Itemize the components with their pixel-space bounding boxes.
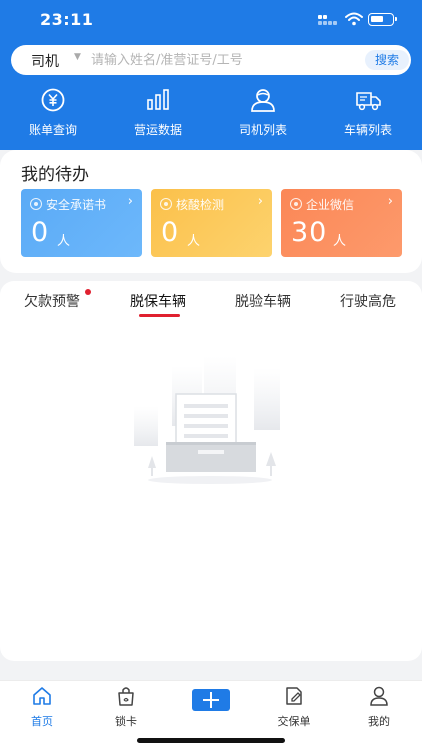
tabbar-home[interactable]: 首页 <box>12 685 72 729</box>
tab-uninspected-vehicles[interactable]: 脱验车辆 <box>235 291 291 311</box>
eye-icon <box>290 198 302 210</box>
driver-icon <box>251 89 275 112</box>
todo-item-count: 0 <box>31 217 50 248</box>
tabbar-label: 首页 <box>31 715 53 728</box>
quicknav-label: 司机列表 <box>238 123 287 137</box>
quicknav-bill-query[interactable]: 账单查询 <box>3 88 103 138</box>
empty-state-illustration <box>134 356 280 484</box>
notification-dot <box>85 289 91 295</box>
bar-chart-icon <box>147 89 169 110</box>
quicknav-label: 账单查询 <box>28 123 77 137</box>
chevron-right-icon: › <box>387 194 393 209</box>
battery-icon <box>368 13 397 26</box>
tabbar-mine[interactable]: 我的 <box>349 685 409 729</box>
quick-nav: 账单查询 营运数据 司机列表 车辆列表 <box>0 88 422 138</box>
todo-card: 我的待办 安全承诺书 › 0 人 核酸检测 › 0 人 企业微信 › 30 人 <box>0 150 422 273</box>
status-bar: 23:11 <box>0 0 422 38</box>
add-button[interactable] <box>192 689 230 711</box>
todo-item-label: 核酸检测 <box>176 198 225 212</box>
app-header: 23:11 司机 ▼ 搜索 账单查询 <box>0 0 422 150</box>
tabbar-submit-policy[interactable]: 交保单 <box>264 685 324 729</box>
status-time: 23:11 <box>40 10 94 29</box>
bottom-tab-bar: 首页 锁卡 交保单 我的 <box>0 680 422 750</box>
wifi-icon <box>345 12 363 26</box>
yen-circle-icon <box>41 88 65 112</box>
home-indicator <box>137 738 285 743</box>
todo-item-label: 企业微信 <box>306 198 355 212</box>
todo-item-unit: 人 <box>187 234 201 249</box>
quicknav-label: 车辆列表 <box>343 123 392 137</box>
quicknav-label: 营运数据 <box>133 123 182 137</box>
home-icon <box>33 687 51 705</box>
tab-arrears-warning[interactable]: 欠款预警 <box>24 291 80 311</box>
todo-item-count: 0 <box>161 217 180 248</box>
todo-wecom[interactable]: 企业微信 › 30 人 <box>281 189 402 257</box>
user-icon <box>370 686 388 706</box>
eye-icon <box>30 198 42 210</box>
todo-title: 我的待办 <box>21 165 89 185</box>
tab-uninsured-vehicles[interactable]: 脱保车辆 <box>130 291 186 311</box>
todo-item-unit: 人 <box>333 234 347 249</box>
todo-item-unit: 人 <box>57 234 71 249</box>
todo-item-count: 30 <box>291 217 328 248</box>
lock-bag-icon <box>118 687 134 706</box>
search-button[interactable]: 搜索 <box>365 50 409 70</box>
quicknav-driver-list[interactable]: 司机列表 <box>213 88 313 138</box>
tabbar-lock-card[interactable]: 锁卡 <box>96 685 156 729</box>
tabbar-label: 锁卡 <box>115 715 137 728</box>
todo-safety-pledge[interactable]: 安全承诺书 › 0 人 <box>21 189 142 257</box>
quicknav-operation-data[interactable]: 营运数据 <box>108 88 208 138</box>
search-input[interactable] <box>91 48 351 72</box>
chevron-right-icon: › <box>127 194 133 209</box>
eye-icon <box>160 198 172 210</box>
quicknav-vehicle-list[interactable]: 车辆列表 <box>318 88 418 138</box>
active-tab-indicator <box>139 314 180 317</box>
todo-nucleic-test[interactable]: 核酸检测 › 0 人 <box>151 189 272 257</box>
truck-icon <box>356 92 381 111</box>
edit-doc-icon <box>286 687 302 705</box>
chevron-right-icon: › <box>257 194 263 209</box>
role-selector[interactable]: 司机 <box>31 51 59 71</box>
tabbar-label: 我的 <box>368 715 390 728</box>
search-bar: 司机 ▼ 搜索 <box>11 45 411 75</box>
tab-high-risk-driving[interactable]: 行驶高危 <box>340 291 396 311</box>
vehicle-tabs-panel: 欠款预警 脱保车辆 脱验车辆 行驶高危 <box>0 281 422 661</box>
cellular-signal-icon <box>318 15 340 27</box>
chevron-down-icon[interactable]: ▼ <box>74 52 81 62</box>
tabbar-label: 交保单 <box>277 715 311 728</box>
todo-item-label: 安全承诺书 <box>46 198 107 212</box>
